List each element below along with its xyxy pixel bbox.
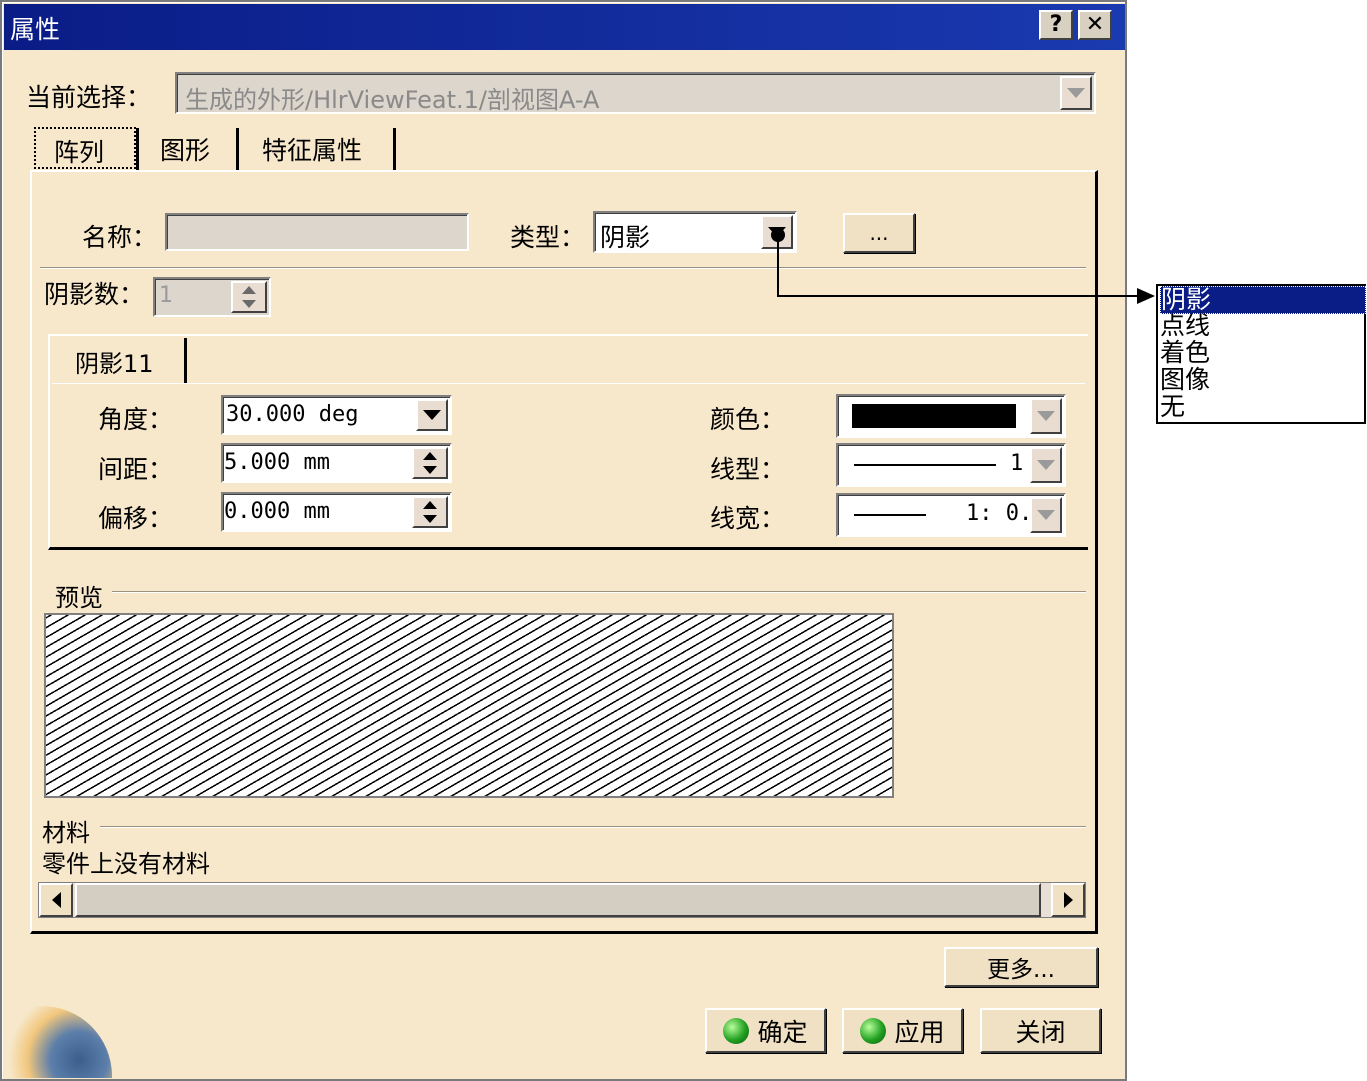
current-selection-dropdown[interactable]: 生成的外形/HlrViewFeat.1/剖视图A-A bbox=[175, 72, 1096, 114]
subtab-line bbox=[52, 383, 1085, 384]
tab-pattern-label: 阵列 bbox=[54, 138, 105, 167]
spin-up-icon[interactable] bbox=[233, 283, 265, 297]
type-option-hatch[interactable]: 阴影 bbox=[1160, 286, 1366, 314]
offset-label: 偏移： bbox=[98, 504, 174, 533]
callout-line-vertical bbox=[777, 236, 779, 297]
current-selection-label: 当前选择： bbox=[26, 83, 152, 112]
angle-label: 角度： bbox=[98, 405, 174, 434]
angle-value: 30.000 deg bbox=[226, 402, 359, 427]
current-selection-arrow-icon[interactable] bbox=[1060, 76, 1092, 110]
linetype-value: 1 bbox=[1010, 451, 1024, 476]
hatch-count-field[interactable]: 1 bbox=[153, 277, 271, 317]
ok-button[interactable]: 确定 bbox=[705, 1008, 826, 1053]
help-button[interactable]: ? bbox=[1039, 10, 1073, 40]
type-option-image[interactable]: 图像 bbox=[1160, 367, 1364, 393]
linetype-dropdown[interactable]: 1 bbox=[836, 443, 1066, 487]
hatch-count-label: 阴影数： bbox=[44, 280, 145, 309]
hatch-preview bbox=[44, 613, 894, 798]
horizontal-scrollbar[interactable] bbox=[38, 882, 1086, 918]
preview-label: 预览 bbox=[55, 584, 103, 612]
offset-value: 0.000 mm bbox=[224, 499, 330, 524]
hatch-count-spinner[interactable] bbox=[231, 281, 267, 313]
spacing-field[interactable]: 5.000 mm bbox=[221, 443, 452, 483]
type-label: 类型： bbox=[510, 223, 586, 252]
linetype-sample bbox=[854, 464, 996, 466]
spin-down-icon[interactable] bbox=[414, 463, 446, 477]
scroll-left-icon[interactable] bbox=[39, 883, 73, 917]
linetype-arrow-icon[interactable] bbox=[1030, 447, 1062, 483]
material-value: 零件上没有材料 bbox=[42, 850, 210, 878]
subtab-hatch-11[interactable]: 阴影11 bbox=[75, 344, 154, 379]
scroll-thumb[interactable] bbox=[75, 883, 1041, 917]
close-button[interactable]: 关闭 bbox=[980, 1008, 1101, 1053]
spin-down-icon[interactable] bbox=[233, 297, 265, 311]
name-label: 名称： bbox=[82, 223, 158, 252]
hatch-count-value: 1 bbox=[159, 283, 173, 308]
ok-indicator-icon bbox=[723, 1017, 750, 1044]
color-swatch bbox=[852, 404, 1016, 428]
angle-dropdown[interactable]: 30.000 deg bbox=[221, 395, 452, 435]
more-button[interactable]: 更多... bbox=[944, 947, 1098, 987]
name-field[interactable] bbox=[165, 213, 469, 251]
tab-pattern[interactable]: 阵列 bbox=[34, 127, 136, 169]
preview-separator bbox=[112, 591, 1086, 593]
linetype-label: 线型： bbox=[710, 455, 786, 484]
linewidth-value: 1: 0. bbox=[966, 501, 1033, 526]
apply-button[interactable]: 应用 bbox=[842, 1008, 963, 1053]
color-arrow-icon[interactable] bbox=[1030, 398, 1062, 434]
color-label: 颜色： bbox=[710, 405, 786, 434]
ellipsis-button[interactable]: ... bbox=[843, 213, 915, 253]
subtab-divider bbox=[184, 338, 187, 384]
callout-line-horizontal bbox=[777, 295, 1139, 297]
tab-graphics[interactable]: 图形 bbox=[160, 131, 210, 167]
type-value: 阴影 bbox=[600, 223, 651, 252]
ok-button-label: 确定 bbox=[757, 1017, 808, 1047]
type-option-dotted[interactable]: 点线 bbox=[1160, 313, 1364, 339]
type-dropdown[interactable]: 阴影 bbox=[593, 211, 797, 253]
type-option-coloring[interactable]: 着色 bbox=[1160, 340, 1364, 366]
color-dropdown[interactable] bbox=[836, 394, 1066, 438]
material-label: 材料 bbox=[42, 819, 90, 847]
material-separator bbox=[100, 826, 1086, 828]
apply-button-label: 应用 bbox=[894, 1017, 945, 1047]
title-bar[interactable] bbox=[4, 4, 1125, 50]
current-selection-value: 生成的外形/HlrViewFeat.1/剖视图A-A bbox=[185, 86, 600, 114]
type-options-list: 阴影 点线 着色 图像 无 bbox=[1156, 284, 1366, 424]
offset-field[interactable]: 0.000 mm bbox=[221, 492, 452, 532]
linewidth-label: 线宽： bbox=[710, 504, 786, 533]
tab-divider bbox=[236, 128, 239, 170]
tab-feature-properties[interactable]: 特征属性 bbox=[262, 131, 362, 167]
linewidth-dropdown[interactable]: 1: 0. bbox=[836, 493, 1066, 537]
callout-arrow-icon bbox=[1137, 288, 1155, 304]
spin-down-icon[interactable] bbox=[414, 512, 446, 526]
tab-divider bbox=[136, 128, 139, 172]
type-option-none[interactable]: 无 bbox=[1160, 394, 1364, 420]
linewidth-arrow-icon[interactable] bbox=[1030, 497, 1062, 533]
spacing-label: 间距： bbox=[98, 455, 174, 484]
close-window-button[interactable]: ✕ bbox=[1078, 10, 1112, 40]
spacing-value: 5.000 mm bbox=[224, 450, 330, 475]
spin-up-icon[interactable] bbox=[414, 449, 446, 463]
separator bbox=[40, 267, 1086, 269]
apply-indicator-icon bbox=[860, 1017, 887, 1044]
linewidth-sample bbox=[854, 514, 926, 516]
spin-up-icon[interactable] bbox=[414, 498, 446, 512]
window-title: 属性 bbox=[10, 15, 61, 44]
tab-divider bbox=[393, 128, 396, 170]
angle-arrow-icon[interactable] bbox=[416, 399, 448, 431]
spacing-spinner[interactable] bbox=[412, 447, 448, 479]
scroll-right-icon[interactable] bbox=[1051, 883, 1085, 917]
offset-spinner[interactable] bbox=[412, 496, 448, 528]
